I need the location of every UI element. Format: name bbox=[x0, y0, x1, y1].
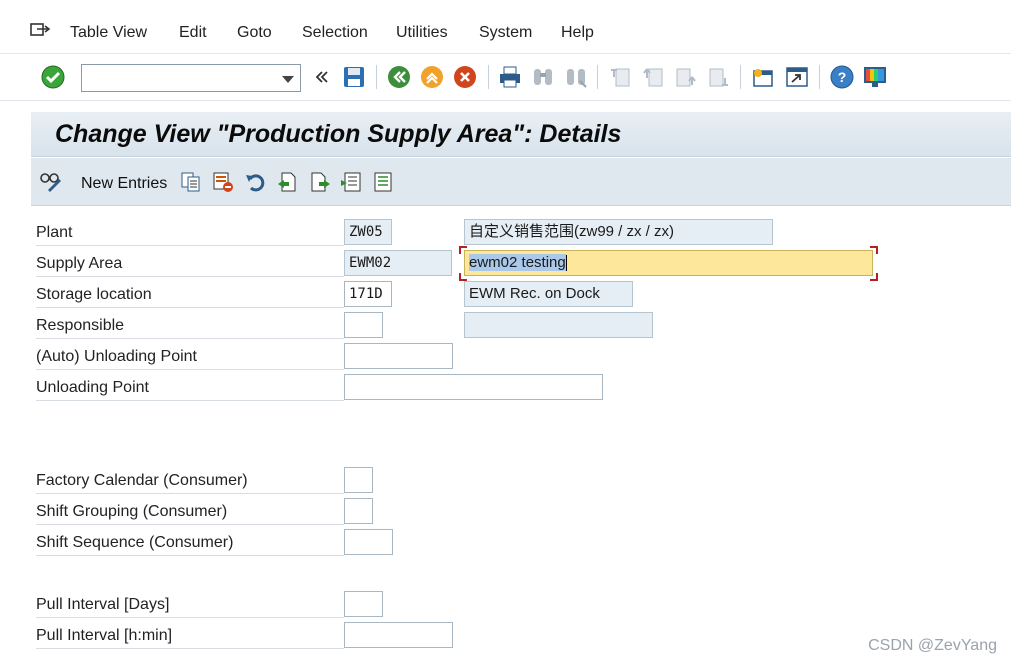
back-icon[interactable] bbox=[386, 64, 412, 90]
toolbar-separator bbox=[819, 65, 820, 89]
display-change-icon[interactable] bbox=[39, 170, 63, 194]
toolbar-separator bbox=[488, 65, 489, 89]
create-session-icon[interactable] bbox=[750, 64, 776, 90]
focus-corner-tr bbox=[870, 246, 878, 254]
save-icon[interactable] bbox=[341, 64, 367, 90]
menu-edit[interactable]: Edit bbox=[179, 24, 207, 42]
factory-calendar-field[interactable] bbox=[344, 467, 373, 493]
plant-field[interactable]: ZW05 bbox=[344, 219, 392, 245]
title-bar: Change View "Production Supply Area": De… bbox=[31, 112, 1011, 157]
toolbar-separator bbox=[376, 65, 377, 89]
menu-utilities[interactable]: Utilities bbox=[396, 24, 448, 42]
chevron-down-icon[interactable] bbox=[282, 76, 294, 83]
previous-page-icon[interactable] bbox=[640, 64, 666, 90]
next-page-icon[interactable] bbox=[673, 64, 699, 90]
pull-interval-days-label: Pull Interval [Days] bbox=[36, 594, 344, 618]
watermark: CSDN @ZevYang bbox=[868, 637, 997, 654]
pull-interval-hmin-field[interactable] bbox=[344, 622, 453, 648]
left-gutter bbox=[0, 101, 31, 665]
menu-system[interactable]: System bbox=[479, 24, 532, 42]
shift-grouping-label: Shift Grouping (Consumer) bbox=[36, 501, 344, 525]
cancel-icon[interactable] bbox=[452, 64, 478, 90]
pull-interval-hmin-label: Pull Interval [h:min] bbox=[36, 625, 344, 649]
shift-sequence-field[interactable] bbox=[344, 529, 393, 555]
last-page-icon[interactable] bbox=[706, 64, 732, 90]
auto-unloading-point-field[interactable] bbox=[344, 343, 453, 369]
unloading-point-field[interactable] bbox=[344, 374, 603, 400]
text-cursor bbox=[565, 255, 567, 272]
help-icon[interactable]: ? bbox=[829, 64, 855, 90]
copy-as-icon[interactable] bbox=[179, 170, 203, 194]
customize-layout-icon[interactable] bbox=[862, 64, 888, 90]
first-page-icon[interactable] bbox=[607, 64, 633, 90]
collapse-command-icon[interactable] bbox=[308, 64, 334, 90]
select-all-icon[interactable] bbox=[339, 170, 363, 194]
storage-location-description: EWM Rec. on Dock bbox=[464, 281, 633, 307]
pull-interval-days-field[interactable] bbox=[344, 591, 383, 617]
delete-icon[interactable] bbox=[211, 170, 235, 194]
shift-sequence-label: Shift Sequence (Consumer) bbox=[36, 532, 344, 556]
storage-location-label: Storage location bbox=[36, 284, 344, 308]
menu-table-view[interactable]: Table View bbox=[70, 24, 147, 42]
menu-help[interactable]: Help bbox=[561, 24, 594, 42]
deselect-all-icon[interactable] bbox=[371, 170, 395, 194]
focus-corner-bl bbox=[459, 273, 467, 281]
supply-area-description-field[interactable]: ewm02 testing bbox=[464, 250, 873, 276]
shift-grouping-field[interactable] bbox=[344, 498, 373, 524]
toolbar-separator bbox=[597, 65, 598, 89]
undo-change-icon[interactable] bbox=[243, 170, 267, 194]
enter-icon[interactable] bbox=[40, 64, 66, 90]
exit-icon[interactable] bbox=[419, 64, 445, 90]
find-next-icon[interactable] bbox=[563, 64, 589, 90]
storage-location-field[interactable]: 171D bbox=[344, 281, 392, 307]
application-toolbar: New Entries bbox=[31, 158, 1011, 206]
page-title: Change View "Production Supply Area": De… bbox=[55, 120, 622, 148]
menu-selection[interactable]: Selection bbox=[302, 24, 368, 42]
new-entries-button[interactable]: New Entries bbox=[81, 175, 167, 193]
svg-text:?: ? bbox=[838, 69, 847, 85]
supply-area-label: Supply Area bbox=[36, 253, 344, 277]
find-icon[interactable] bbox=[530, 64, 556, 90]
print-icon[interactable] bbox=[497, 64, 523, 90]
supply-area-field[interactable]: EWM02 bbox=[344, 250, 452, 276]
menu-goto[interactable]: Goto bbox=[237, 24, 272, 42]
plant-description: 自定义销售范围(zw99 / zx / zx) bbox=[464, 219, 773, 245]
standard-toolbar: ? bbox=[0, 55, 1011, 101]
focus-corner-tl bbox=[459, 246, 467, 254]
system-menu-icon[interactable] bbox=[30, 22, 51, 38]
detail-form: Plant ZW05 自定义销售范围(zw99 / zx / zx) Suppl… bbox=[31, 207, 1011, 665]
auto-unloading-point-label: (Auto) Unloading Point bbox=[36, 346, 344, 370]
factory-calendar-label: Factory Calendar (Consumer) bbox=[36, 470, 344, 494]
previous-entry-icon[interactable] bbox=[275, 170, 299, 194]
unloading-point-label: Unloading Point bbox=[36, 377, 344, 401]
command-field[interactable] bbox=[81, 64, 301, 92]
responsible-label: Responsible bbox=[36, 315, 344, 339]
toolbar-separator bbox=[740, 65, 741, 89]
focus-corner-br bbox=[870, 273, 878, 281]
responsible-field[interactable] bbox=[344, 312, 383, 338]
plant-label: Plant bbox=[36, 222, 344, 246]
next-entry-icon[interactable] bbox=[308, 170, 332, 194]
supply-area-description-text: ewm02 testing bbox=[469, 254, 566, 271]
shortcut-icon[interactable] bbox=[784, 64, 810, 90]
responsible-description bbox=[464, 312, 653, 338]
menu-bar: Table View Edit Goto Selection Utilities… bbox=[0, 0, 1011, 54]
